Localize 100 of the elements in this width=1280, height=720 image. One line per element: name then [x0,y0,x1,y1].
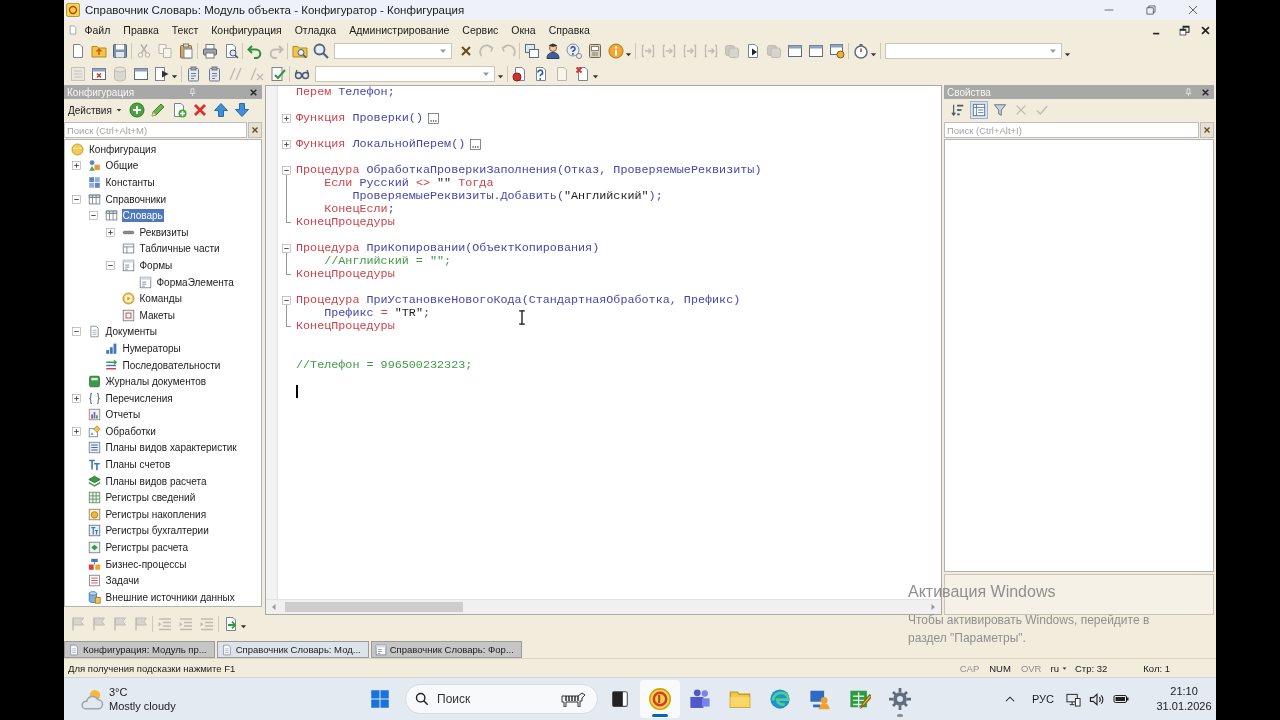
menu-item[interactable]: Правка [117,24,165,36]
tree-item[interactable]: Планы счетов [104,458,172,472]
window-tab[interactable]: Справочник Словарь: Мод... [216,641,369,658]
combo-field[interactable] [885,43,1062,59]
input-language[interactable]: РУС [1032,693,1055,705]
tree-item[interactable]: Реквизиты [138,225,190,239]
tree-item[interactable]: Формы [138,258,174,272]
caret-icon[interactable] [625,50,632,58]
actions-menu-button[interactable]: Действия [66,104,124,116]
menu-item[interactable]: Справка [543,24,596,36]
menu-item[interactable]: Отладка [289,24,342,36]
tree-item[interactable]: Табличные части [138,242,221,256]
arrow-down-icon[interactable] [234,102,251,118]
collapse-icon[interactable] [72,194,81,204]
taskbar-button[interactable] [640,680,680,718]
window-tab[interactable]: Справочник Словарь: Фор... [370,641,522,658]
network-icon[interactable] [1066,691,1082,707]
tree-item[interactable]: Внешние источники данных [104,590,236,604]
tree-item[interactable]: Последовательности [121,358,222,372]
menu-item[interactable]: Текст [166,24,204,36]
caret-icon[interactable] [870,50,877,58]
search-field[interactable]: Поиск [405,684,598,714]
tree-item[interactable]: Бизнес-процессы [104,557,188,571]
clock-time[interactable]: 21:10 [1170,684,1198,699]
expand-icon[interactable] [72,393,81,403]
tree-item[interactable]: Нумераторы [121,341,182,355]
document-cross-icon[interactable] [574,65,591,82]
add-icon[interactable] [129,102,146,118]
window-tab[interactable]: Конфигурация: Модуль пр... [64,641,215,658]
collapsed-block-icon[interactable] [427,113,439,124]
tree-item[interactable]: Задачи [104,574,141,588]
close-icon[interactable] [1200,24,1211,36]
window-gear-icon[interactable] [828,43,845,59]
menu-item[interactable]: Окна [505,24,542,36]
volume-icon[interactable] [1089,691,1105,707]
tree-item[interactable]: Справочники [104,192,168,206]
tree-item[interactable]: Документы [104,325,159,339]
expand-icon[interactable] [72,426,81,436]
collapse-icon[interactable] [106,260,115,270]
horizontal-scrollbar[interactable] [266,599,941,614]
collapse-icon[interactable] [282,244,291,253]
folder-search-icon[interactable] [291,43,308,59]
save-icon[interactable] [111,43,128,59]
stopwatch-icon[interactable] [852,43,869,59]
tree-item[interactable]: Общие [104,159,140,173]
search-icon[interactable] [312,43,329,59]
tree-item[interactable]: Команды [138,292,183,306]
tree-item[interactable]: Конфигурация [88,142,158,156]
caret-icon[interactable] [171,73,178,80]
menu-item[interactable]: Администрирование [343,24,455,36]
window-icon[interactable] [807,43,824,59]
tree-item[interactable]: Константы [104,176,156,189]
tree-item[interactable]: Макеты [138,308,176,322]
clipboard-icon[interactable] [206,65,223,82]
close-icon[interactable] [249,87,258,97]
tree-item[interactable]: Обработки [104,424,157,438]
search-field[interactable]: Поиск (Ctrl+Alt+M) [64,122,247,138]
combo-field[interactable] [315,65,495,82]
book-icon[interactable] [586,43,603,59]
expand-icon[interactable] [282,140,291,149]
document-play-icon[interactable] [153,65,170,82]
tree-item[interactable]: Планы видов характеристик [104,441,238,455]
arrow-right-icon[interactable] [929,603,937,611]
expand-icon[interactable] [282,114,291,123]
caret-icon[interactable] [240,623,247,630]
close-icon[interactable] [1201,87,1210,97]
menu-item[interactable]: Сервис [456,24,504,36]
tree-item[interactable]: Регистры сведений [104,491,197,505]
tree-item[interactable]: ФормаЭлемента [155,275,235,289]
tree-item[interactable]: Перечисления [104,391,174,405]
combo-field[interactable] [334,43,452,59]
tree-item[interactable]: Регистры расчета [104,541,190,555]
search-field[interactable]: Поиск (Ctrl+Alt+I) [944,122,1199,138]
clock-date[interactable]: 31.01.2026 [1156,699,1212,714]
collapse-icon[interactable] [89,211,98,221]
collapse-icon[interactable] [282,296,291,305]
language-dropdown[interactable]: ru [1046,662,1071,674]
delete-icon[interactable] [192,102,209,118]
clipboard-icon[interactable] [185,65,202,82]
paste-icon[interactable] [177,43,194,59]
expand-icon[interactable] [72,161,81,171]
window-icon[interactable] [132,65,149,82]
overlapping-windows-icon[interactable] [523,43,540,59]
arrow-left-icon[interactable] [270,603,278,611]
task-view-icon[interactable] [611,690,629,708]
start-icon[interactable] [370,689,390,709]
pencil-icon[interactable] [150,102,167,118]
undo-icon[interactable] [246,43,263,59]
categories-icon[interactable] [969,101,988,119]
document-plus-icon[interactable] [171,102,188,118]
filter-icon[interactable] [990,101,1009,119]
collapsed-block-icon[interactable] [470,139,482,150]
help-icon[interactable] [565,43,582,59]
collapse-icon[interactable] [282,166,291,175]
check-document-icon[interactable] [269,65,286,82]
clear-icon[interactable] [248,122,262,138]
tree-item[interactable]: Отчеты [104,408,142,422]
menu-item[interactable]: Конфигурация [205,24,288,36]
expand-icon[interactable] [106,227,115,237]
window-icon[interactable] [786,43,803,59]
